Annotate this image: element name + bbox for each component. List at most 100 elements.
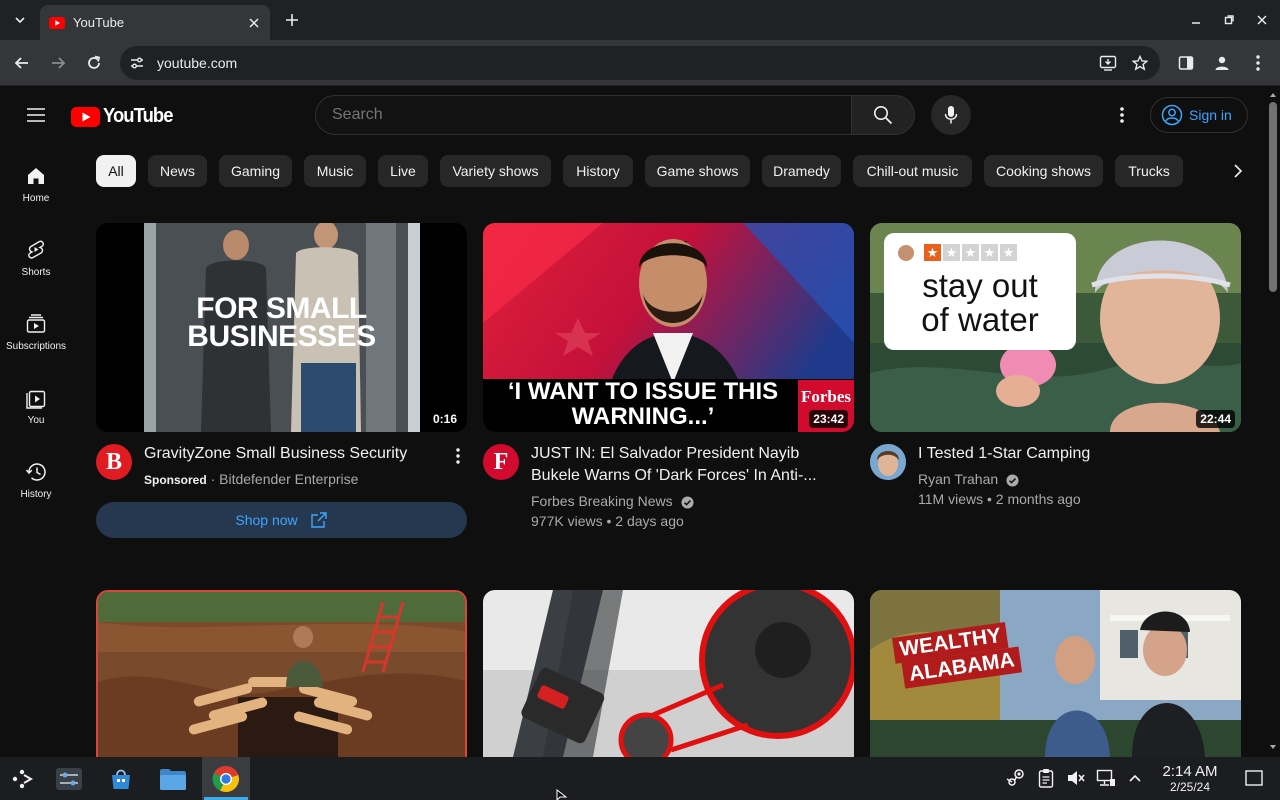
search-input[interactable] <box>332 106 852 124</box>
rail-item-shorts[interactable]: Shorts <box>4 225 68 295</box>
arrow-right-icon <box>52 57 66 69</box>
taskbar-system-settings[interactable] <box>49 761 89 797</box>
video-thumbnail[interactable] <box>96 590 467 757</box>
back-button[interactable] <box>8 49 36 77</box>
clock-time[interactable]: 2:14 AM <box>1158 763 1222 780</box>
taskbar-file-manager[interactable] <box>153 761 193 797</box>
channel-name[interactable]: Bitdefender Enterprise <box>219 471 358 487</box>
star-rating: ★ ★ ★ ★ ★ <box>924 244 1017 261</box>
tab-close-button[interactable] <box>242 11 266 35</box>
show-desktop-button[interactable] <box>1243 767 1265 789</box>
chip-gaming[interactable]: Gaming <box>219 155 292 187</box>
you-icon <box>26 390 46 409</box>
shop-now-label: Shop now <box>235 512 298 528</box>
chip-all[interactable]: All <box>96 155 136 187</box>
channel-avatar[interactable]: F <box>483 444 519 480</box>
chip-game-shows[interactable]: Game shows <box>645 155 750 187</box>
video-thumbnail[interactable] <box>483 590 854 757</box>
chip-chill-out-music[interactable]: Chill-out music <box>853 155 972 187</box>
logo-wordmark: YouTube <box>103 105 173 127</box>
channel-name[interactable]: Forbes Breaking News <box>531 493 673 509</box>
tab-search-button[interactable] <box>8 8 32 32</box>
shop-now-button[interactable]: Shop now <box>96 502 467 538</box>
avatar-letter: F <box>493 448 509 475</box>
thumbnail-text-line: stay out <box>922 267 1038 304</box>
launcher-button[interactable] <box>2 761 42 797</box>
reload-button[interactable] <box>80 49 108 77</box>
external-link-icon <box>310 512 327 528</box>
video-meta: Sponsored · Bitdefender Enterprise <box>144 471 359 487</box>
channel-avatar[interactable]: B <box>96 444 132 480</box>
chip-news[interactable]: News <box>148 155 207 187</box>
taskbar-store[interactable] <box>101 761 141 797</box>
chip-cooking-shows[interactable]: Cooking shows <box>984 155 1103 187</box>
thumbnail-text-line: FOR SMALL <box>196 292 367 325</box>
chip-live[interactable]: Live <box>378 155 428 187</box>
search-button[interactable] <box>851 95 915 135</box>
rail-label: Shorts <box>21 267 51 278</box>
video-thumbnail[interactable]: ★ ★ ★ ★ ★ stay out of water 22:44 <box>870 223 1241 432</box>
install-app-button[interactable] <box>1092 47 1124 79</box>
channel-line: Forbes Breaking News <box>531 491 694 511</box>
scroll-thumb[interactable] <box>1269 102 1277 292</box>
side-panel-button[interactable] <box>1172 49 1200 77</box>
sign-in-button[interactable]: Sign in <box>1150 97 1248 133</box>
video-title[interactable]: JUST IN: El Salvador President Nayib Buk… <box>531 443 851 487</box>
forward-button[interactable] <box>44 49 72 77</box>
new-tab-button[interactable] <box>280 8 304 32</box>
settings-menu-button[interactable] <box>1106 99 1138 131</box>
guide-menu-button[interactable] <box>20 99 52 131</box>
bookmark-star-button[interactable] <box>1124 47 1156 79</box>
search-box[interactable] <box>315 95 852 135</box>
rail-item-subscriptions[interactable]: Subscriptions <box>4 299 68 369</box>
page-scrollbar[interactable] <box>1266 87 1280 757</box>
thumbnail-caption: ‘I WANT TO ISSUE THIS WARNING...’ <box>483 379 803 429</box>
chip-music[interactable]: Music <box>304 155 366 187</box>
rail-item-you[interactable]: You <box>4 373 68 443</box>
url-text[interactable]: youtube.com <box>157 55 1092 71</box>
video-thumbnail[interactable]: ‘I WANT TO ISSUE THIS WARNING...’ Forbes… <box>483 223 854 432</box>
rail-item-history[interactable]: History <box>4 447 68 517</box>
scroll-down-icon <box>1270 745 1276 749</box>
maximize-button[interactable] <box>1217 8 1241 32</box>
sign-in-label: Sign in <box>1189 107 1232 123</box>
profile-button[interactable] <box>1208 49 1236 77</box>
address-bar[interactable]: youtube.com <box>120 46 1160 80</box>
chevron-right-icon <box>1234 164 1243 178</box>
browser-tab-youtube[interactable]: YouTube <box>40 5 270 40</box>
site-info-button[interactable] <box>120 46 154 80</box>
rail-label: Subscriptions <box>5 341 67 352</box>
chip-dramedy[interactable]: Dramedy <box>762 155 841 187</box>
desktop-icon <box>1245 770 1263 786</box>
chip-history[interactable]: History <box>563 155 633 187</box>
voice-search-button[interactable] <box>931 95 971 135</box>
chips-next-button[interactable] <box>1222 155 1254 187</box>
tray-network-settings[interactable] <box>1005 767 1027 789</box>
youtube-logo-icon <box>71 106 100 127</box>
chip-trucks[interactable]: Trucks <box>1115 155 1183 187</box>
tray-volume[interactable] <box>1065 767 1087 789</box>
channel-avatar[interactable] <box>870 444 906 480</box>
clock-date[interactable]: 2/25/24 <box>1158 780 1222 794</box>
browser-menu-button[interactable] <box>1244 49 1272 77</box>
video-title[interactable]: I Tested 1-Star Camping <box>918 443 1238 465</box>
minimize-button[interactable] <box>1184 8 1208 32</box>
youtube-logo[interactable]: YouTube <box>71 105 179 128</box>
video-more-button[interactable] <box>446 446 470 466</box>
video-title[interactable]: GravityZone Small Business Security <box>144 443 434 465</box>
video-thumbnail[interactable]: FOR SMALL BUSINESSES 0:16 <box>96 223 467 432</box>
rail-label: Home <box>22 193 50 204</box>
close-window-button[interactable] <box>1250 8 1274 32</box>
channel-name[interactable]: Ryan Trahan <box>918 471 998 487</box>
star-empty-icon: ★ <box>1000 244 1017 261</box>
taskbar-chrome[interactable] <box>202 757 250 800</box>
chip-variety-shows[interactable]: Variety shows <box>440 155 551 187</box>
clipboard-icon <box>1038 769 1054 788</box>
tray-expand[interactable] <box>1124 767 1146 789</box>
home-icon <box>28 168 44 184</box>
rail-item-home[interactable]: Home <box>4 151 68 221</box>
tray-network[interactable] <box>1095 767 1117 789</box>
tray-clipboard[interactable] <box>1035 767 1057 789</box>
network-wired-icon <box>1096 769 1115 786</box>
video-thumbnail[interactable]: WEALTHY ALABAMA <box>870 590 1241 757</box>
